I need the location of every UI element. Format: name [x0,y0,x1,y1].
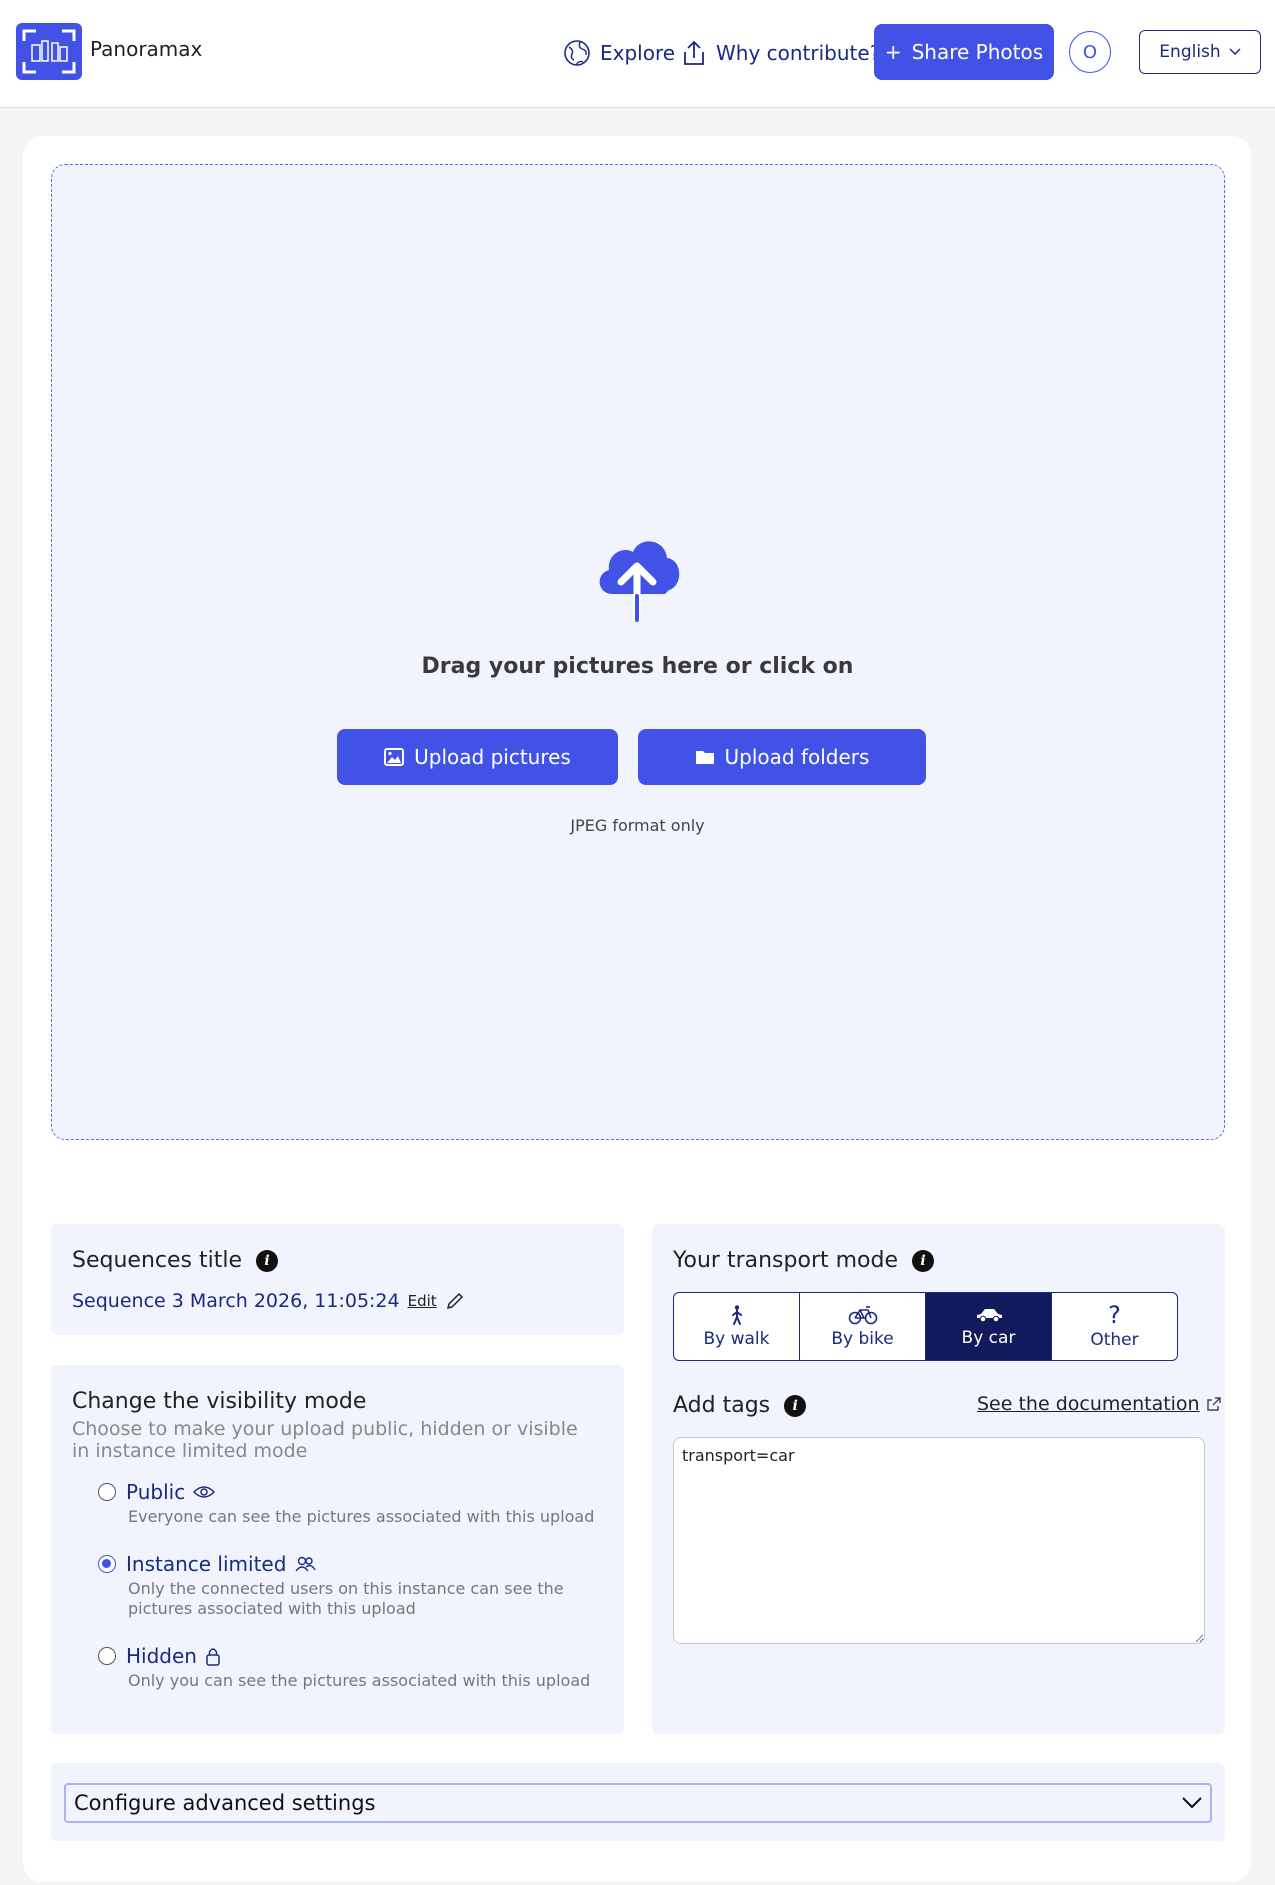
sequence-title-heading: Sequences title i [72,1248,278,1273]
drop-zone-title: Drag your pictures here or click on [421,654,854,679]
tags-input[interactable]: transport=car [673,1437,1205,1644]
user-avatar[interactable]: O [1069,31,1111,73]
add-tags-label: Add tags [673,1393,771,1418]
car-icon [976,1308,1002,1322]
hidden-label: Hidden [126,1644,197,1668]
add-tags-heading: Add tags i [673,1393,807,1418]
visibility-title: Change the visibility mode [72,1389,367,1414]
chevron-down-icon [1229,48,1241,56]
transport-mode-selector: By walk By bike By car ? Other [673,1292,1178,1361]
walking-person-icon [731,1304,742,1325]
eye-icon [193,1486,216,1498]
bike-label: By bike [831,1328,894,1349]
brand-name[interactable]: Panoramax [90,37,202,61]
visibility-option-hidden[interactable]: Hidden [98,1644,221,1668]
image-icon [384,748,405,766]
transport-mode-heading: Your transport mode i [673,1248,934,1273]
sequence-title-label: Sequences title [72,1248,242,1273]
chevron-down-icon [1182,1797,1202,1809]
question-mark-icon: ? [1108,1300,1121,1329]
visibility-option-public[interactable]: Public [98,1480,216,1504]
globe-icon [564,40,590,66]
share-photos-button[interactable]: + Share Photos [874,24,1054,80]
transport-mode-label: Your transport mode [673,1248,898,1273]
public-description: Everyone can see the pictures associated… [128,1507,595,1526]
hidden-option: Hidden [126,1644,221,1668]
other-label: Other [1090,1329,1139,1350]
info-icon[interactable]: i [255,1249,278,1272]
car-label: By car [961,1327,1016,1348]
info-icon[interactable]: i [784,1394,807,1417]
hidden-description: Only you can see the pictures associated… [128,1671,591,1690]
bicycle-icon [848,1305,877,1324]
transport-other-option[interactable]: ? Other [1052,1293,1177,1360]
language-label: English [1159,42,1221,62]
upload-folders-button[interactable]: Upload folders [638,729,926,785]
walk-label: By walk [703,1328,770,1349]
pencil-icon[interactable] [445,1291,465,1311]
explore-link[interactable]: Explore [562,38,675,68]
cloud-upload-icon [599,541,680,624]
share-upload-icon [684,40,704,65]
radio-hidden[interactable] [98,1647,116,1665]
language-select[interactable]: English [1139,30,1261,74]
external-link-icon [1206,1397,1221,1411]
top-bar: Panoramax Explore Why contribute? + Shar… [0,0,1275,108]
folder-icon [695,751,714,764]
visibility-subtitle: Choose to make your upload public, hidde… [72,1418,578,1462]
documentation-label: See the documentation [977,1393,1200,1415]
transport-bike-option[interactable]: By bike [800,1293,926,1360]
transport-walk-option[interactable]: By walk [674,1293,800,1360]
upload-pictures-label: Upload pictures [414,745,571,769]
advanced-settings-toggle[interactable]: Configure advanced settings [64,1783,1212,1823]
visibility-option-instance[interactable]: Instance limited [98,1552,317,1576]
instance-limited-description: Only the connected users on this instanc… [128,1579,564,1618]
drop-zone[interactable] [51,164,1225,1140]
plus-icon: + [884,40,902,64]
lock-icon [206,1648,220,1666]
sequence-title-panel [51,1224,624,1335]
why-contribute-link[interactable]: Why contribute? [680,38,880,68]
share-photos-label: Share Photos [911,40,1044,64]
info-icon[interactable]: i [912,1249,934,1272]
why-contribute-label: Why contribute? [716,41,881,65]
upload-folders-label: Upload folders [724,745,870,769]
instance-limited-label: Instance limited [126,1552,287,1576]
radio-public[interactable] [98,1483,116,1501]
upload-pictures-button[interactable]: Upload pictures [337,729,618,785]
sequence-name: Sequence 3 March 2026, 11:05:24 [72,1290,400,1312]
instance-option: Instance limited [126,1552,317,1576]
documentation-link[interactable]: See the documentation [977,1393,1222,1415]
public-option: Public [126,1480,216,1504]
explore-label: Explore [600,41,676,65]
edit-sequence-link[interactable]: Edit [408,1292,437,1310]
users-icon [295,1556,317,1572]
format-note: JPEG format only [570,816,705,835]
transport-car-option[interactable]: By car [926,1293,1052,1360]
panoramax-logo-icon[interactable] [16,23,82,80]
advanced-settings-label: Configure advanced settings [74,1791,376,1815]
radio-instance-limited[interactable] [98,1555,116,1573]
sequence-name-row: Sequence 3 March 2026, 11:05:24 Edit [72,1290,465,1312]
public-label: Public [126,1480,186,1504]
